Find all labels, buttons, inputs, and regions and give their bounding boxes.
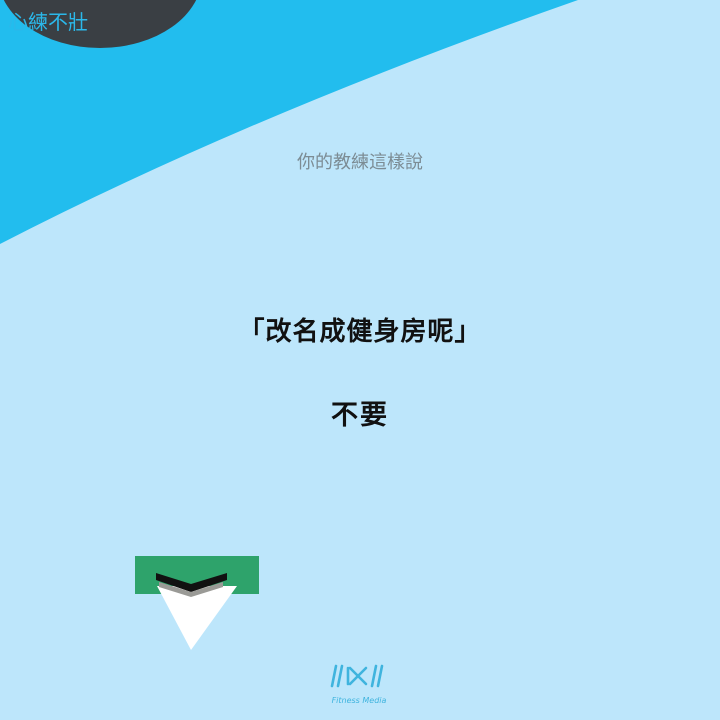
chevron-down-icon [135,556,259,650]
logo: Fitness Media [324,660,394,710]
coach-says-label: 你的教練這樣說 [297,152,423,173]
next-button[interactable] [135,556,259,652]
brand-title: 心練不壯 [8,10,88,34]
logo-icon [330,664,384,688]
coach-quote: 「改名成健身房呢」 [238,317,482,347]
background-decoration [0,0,578,244]
story-page: 心練不壯 你的教練這樣說 「改名成健身房呢」 不要 Fitness Media [0,0,720,720]
answer-text: 不要 [331,400,389,431]
logo-subtitle: Fitness Media [331,696,387,705]
